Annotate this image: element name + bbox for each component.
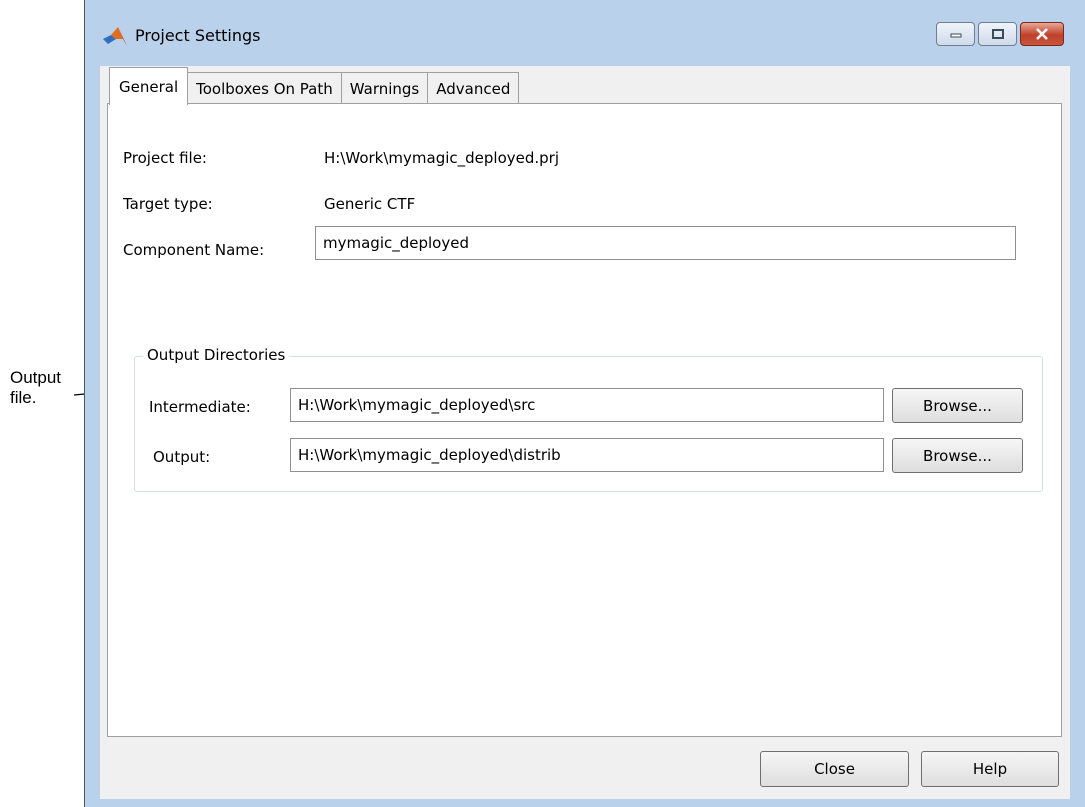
title-bar[interactable]: Project Settings	[85, 0, 1085, 66]
maximize-button[interactable]	[978, 22, 1017, 46]
callout-line-2: file.	[10, 388, 37, 407]
tab-general[interactable]: General	[109, 67, 189, 105]
output-label: Output:	[153, 448, 211, 466]
general-tab-panel: Project file: H:\Work\mymagic_deployed.p…	[107, 103, 1062, 737]
tab-toolboxes-on-path[interactable]: Toolboxes On Path	[188, 72, 342, 104]
browse-output-button[interactable]: Browse...	[892, 438, 1023, 473]
window-title: Project Settings	[135, 26, 261, 45]
close-window-button[interactable]	[1020, 22, 1064, 46]
component-name-label: Component Name:	[123, 241, 265, 259]
callout-line-1: Output	[10, 368, 62, 387]
output-directories-title: Output Directories	[143, 346, 290, 364]
browse-intermediate-button[interactable]: Browse...	[892, 388, 1023, 423]
component-name-field[interactable]: mymagic_deployed	[315, 226, 1016, 260]
project-settings-window: Project Settings General Toolboxes On Pa…	[84, 0, 1085, 807]
tab-advanced[interactable]: Advanced	[428, 72, 520, 104]
minimize-button[interactable]	[936, 22, 975, 46]
intermediate-directory-field[interactable]: H:\Work\mymagic_deployed\src	[290, 388, 884, 422]
project-file-value: H:\Work\mymagic_deployed.prj	[324, 149, 560, 167]
target-type-value: Generic CTF	[324, 195, 416, 213]
output-directory-field[interactable]: H:\Work\mymagic_deployed\distrib	[290, 438, 884, 472]
matlab-logo-icon	[103, 27, 127, 46]
tab-bar: General Toolboxes On Path Warnings Advan…	[109, 66, 520, 105]
target-type-label: Target type:	[123, 195, 213, 213]
close-button[interactable]: Close	[760, 751, 909, 787]
maximize-icon	[991, 29, 1004, 39]
close-icon	[1036, 28, 1048, 40]
minimize-icon	[950, 33, 961, 38]
callout-label: Output file.	[10, 368, 61, 408]
intermediate-label: Intermediate:	[149, 398, 251, 416]
help-button[interactable]: Help	[921, 751, 1059, 787]
dialog-client-area: General Toolboxes On Path Warnings Advan…	[100, 66, 1070, 799]
tab-warnings[interactable]: Warnings	[341, 72, 429, 104]
output-directories-group: Output Directories Intermediate: H:\Work…	[134, 346, 1043, 492]
project-file-label: Project file:	[123, 149, 207, 167]
window-controls	[936, 22, 1064, 46]
